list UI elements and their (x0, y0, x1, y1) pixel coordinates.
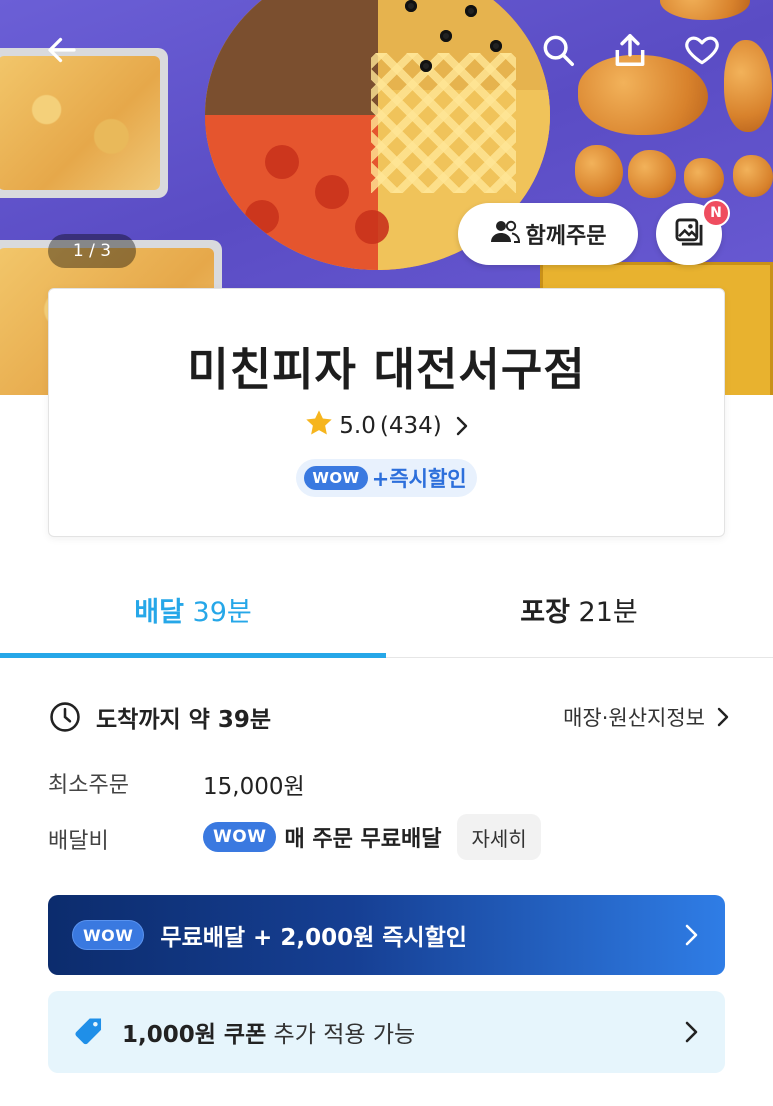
wow-badge: WOW (304, 466, 368, 490)
delivery-fee-value: 매 주문 무료배달 (284, 827, 442, 852)
chevron-right-icon (683, 1019, 699, 1045)
heart-icon[interactable] (680, 28, 724, 72)
chevron-right-icon (683, 922, 699, 948)
coupon-amount: 1,000원 쿠폰 (122, 1022, 267, 1048)
coupon-tag-icon (72, 1015, 106, 1049)
eta-text: 도착까지 약 39분 (96, 707, 271, 733)
image-counter: 1 / 3 (48, 234, 136, 268)
share-icon[interactable] (608, 28, 652, 72)
clock-icon (48, 700, 82, 734)
food-photo-lasagna-tray (0, 48, 168, 198)
detail-button[interactable]: 자세히 (457, 814, 541, 860)
new-badge: N (702, 199, 730, 227)
search-icon[interactable] (536, 28, 580, 72)
tab-delivery-label: 배달 (134, 597, 184, 628)
rating-row[interactable]: 5.0 (434) (49, 407, 724, 445)
wow-promo-banner[interactable]: WOW 무료배달 + 2,000원 즉시할인 (48, 895, 725, 975)
store-info-card: 미친피자 대전서구점 5.0 (434) WOW +즉시할인 (48, 288, 725, 537)
tab-active-indicator (0, 653, 386, 658)
delivery-fee-row: WOW 매 주문 무료배달 자세히 (203, 814, 541, 860)
store-origin-info-label: 매장·원산지정보 (563, 706, 705, 730)
chevron-right-icon (454, 414, 470, 438)
tab-pickup-label: 포장 (520, 597, 570, 628)
food-photo-chicken (724, 40, 772, 132)
coupon-banner-text: 1,000원 쿠폰 추가 적용 가능 (122, 1015, 683, 1049)
back-arrow-icon[interactable] (40, 28, 84, 72)
min-order-label: 최소주문 (48, 773, 129, 798)
tab-pickup-time: 21분 (578, 597, 638, 628)
rating-value: 5.0 (339, 413, 376, 439)
eta-row: 도착까지 약 39분 (48, 700, 271, 734)
store-origin-info-link[interactable]: 매장·원산지정보 (563, 702, 731, 732)
people-icon (490, 218, 520, 250)
group-order-label: 함께주문 (525, 224, 607, 249)
food-photo-chicken (733, 155, 773, 197)
coupon-description: 추가 적용 가능 (266, 1022, 416, 1048)
wow-badge: WOW (203, 822, 277, 852)
min-order-value: 15,000원 (203, 774, 305, 800)
wow-banner-text: 무료배달 + 2,000원 즉시할인 (160, 925, 467, 951)
wow-promo-text: +즉시할인 (371, 467, 467, 491)
coupon-banner[interactable]: 1,000원 쿠폰 추가 적용 가능 (48, 991, 725, 1073)
photo-gallery-icon (672, 215, 706, 253)
food-photo-chicken (628, 150, 676, 198)
delivery-fee-label: 배달비 (48, 829, 109, 854)
tab-pickup[interactable]: 포장 21분 (386, 590, 772, 629)
food-photo-chicken (660, 0, 750, 20)
food-photo-chicken (575, 145, 623, 197)
wow-instant-discount-pill: WOW +즉시할인 (296, 459, 477, 497)
star-icon (303, 407, 335, 445)
group-order-button[interactable]: 함께주문 (458, 203, 638, 265)
review-count: (434) (379, 413, 442, 439)
tab-delivery-time: 39분 (192, 597, 252, 628)
wow-badge: WOW (72, 920, 145, 950)
store-name: 미친피자 대전서구점 (187, 343, 586, 396)
food-photo-chicken (684, 158, 724, 198)
tab-delivery[interactable]: 배달 39분 (0, 590, 386, 629)
chevron-right-icon (715, 705, 731, 729)
